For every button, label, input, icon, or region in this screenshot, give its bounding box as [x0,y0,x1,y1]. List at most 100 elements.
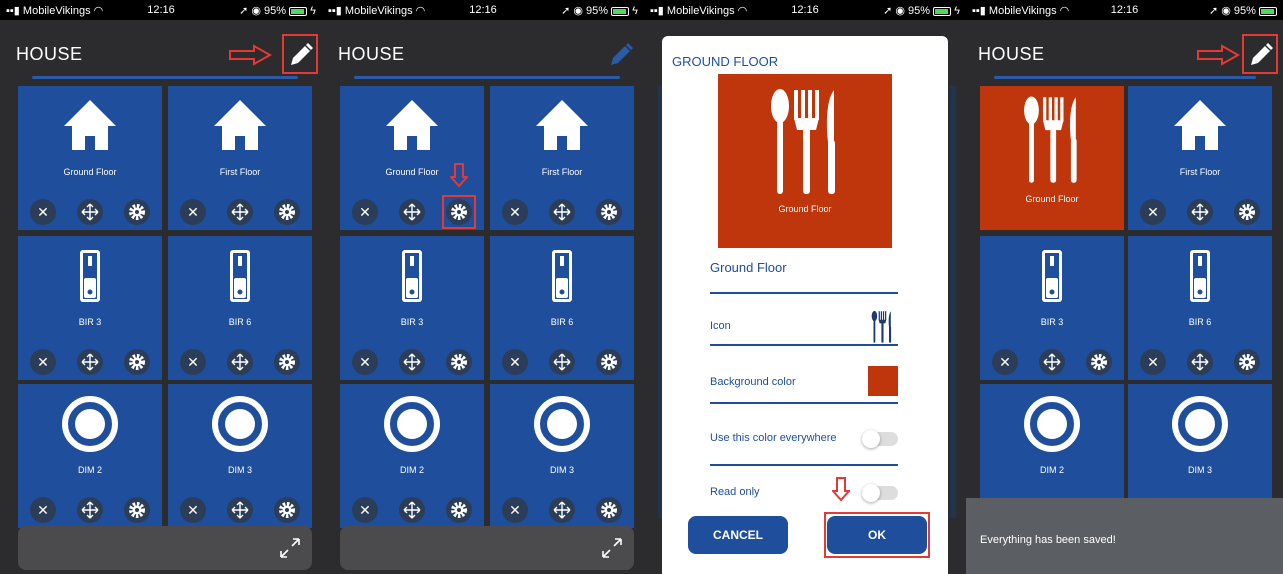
settings-button[interactable] [446,349,472,375]
read-only-row[interactable]: Read only [710,472,898,502]
settings-button[interactable] [274,199,300,225]
preview-label: Ground Floor [778,204,832,214]
charging-icon: ϟ [310,5,316,17]
move-button[interactable] [399,349,425,375]
color-swatch[interactable] [868,366,898,396]
tile-dim-2[interactable]: DIM 2 ✕ [18,384,162,528]
settings-button[interactable] [1234,199,1260,225]
right-arrow-annotation-icon [229,44,272,66]
gear-icon [1091,354,1107,370]
remove-button[interactable]: ✕ [502,497,528,523]
remove-button[interactable]: ✕ [180,199,206,225]
remove-button[interactable]: ✕ [1140,349,1166,375]
name-value[interactable]: Ground Floor [710,260,898,275]
tile-bir-3[interactable]: BIR 3 ✕ [340,236,484,380]
move-button[interactable] [1039,349,1065,375]
tile-label: BIR 6 [550,317,574,327]
remove-button[interactable]: ✕ [352,349,378,375]
tile-bir-6[interactable]: BIR 6 ✕ [1128,236,1272,380]
edit-pencil-icon[interactable] [282,34,318,74]
move-button[interactable] [77,349,103,375]
settings-button[interactable] [1234,349,1260,375]
tile-first-floor[interactable]: First Floor ✕ [168,86,312,230]
tile-bir-3[interactable]: BIR 3 ✕ [18,236,162,380]
tile-first-floor[interactable]: First Floor ✕ [490,86,634,230]
tile-bir-6[interactable]: BIR 6 ✕ [168,236,312,380]
read-only-toggle[interactable] [862,484,898,502]
switch-icon [80,250,100,302]
move-icon [403,501,421,519]
edit-pencil-icon[interactable] [604,36,636,72]
move-button[interactable] [227,349,253,375]
edit-pencil-icon[interactable] [1242,34,1278,74]
remove-button[interactable]: ✕ [30,199,56,225]
tile-label: First Floor [1179,167,1221,177]
move-icon [81,203,99,221]
move-button[interactable] [1187,349,1213,375]
settings-button[interactable] [124,199,150,225]
move-button[interactable] [1187,199,1213,225]
icon-row[interactable]: Icon [710,310,898,346]
move-button[interactable] [77,497,103,523]
name-field[interactable]: Ground Floor [710,260,898,294]
move-button[interactable] [77,199,103,225]
remove-button[interactable]: ✕ [180,497,206,523]
remove-button[interactable]: ✕ [30,497,56,523]
remove-button[interactable]: ✕ [352,497,378,523]
status-bar: ▪▪▮ MobileVikings ◠ 12:16 ➚ ◉ 95% [966,0,1283,20]
tile-dim-3[interactable]: DIM 3 ✕ [168,384,312,528]
move-button[interactable] [549,199,575,225]
page-title: HOUSE [338,44,405,64]
move-button[interactable] [399,199,425,225]
settings-button[interactable] [596,497,622,523]
move-icon [403,203,421,221]
settings-button[interactable] [274,349,300,375]
tile-dim-3[interactable]: DIM 3 ✕ [490,384,634,528]
tile-dim-2[interactable]: DIM 2 ✕ [340,384,484,528]
settings-button[interactable] [124,349,150,375]
remove-button[interactable]: ✕ [502,349,528,375]
page-title: HOUSE [978,44,1045,64]
battery-percent: 95% [264,5,287,17]
move-button[interactable] [399,497,425,523]
remove-button[interactable]: ✕ [502,199,528,225]
expand-icon[interactable] [278,536,302,560]
use-everywhere-row[interactable]: Use this color everywhere [710,420,898,466]
move-button[interactable] [549,497,575,523]
settings-button[interactable] [1086,349,1112,375]
tile-ground-floor[interactable]: Ground Floor ✕ [340,86,484,230]
cancel-button[interactable]: CANCEL [688,516,788,554]
tile-label: DIM 2 [1039,465,1064,475]
move-button[interactable] [227,497,253,523]
remove-button[interactable]: ✕ [1140,199,1166,225]
move-button[interactable] [227,199,253,225]
battery-icon [289,6,308,16]
move-button[interactable] [549,349,575,375]
settings-button[interactable] [274,497,300,523]
remove-button[interactable]: ✕ [180,349,206,375]
settings-button[interactable] [446,497,472,523]
remove-button[interactable]: ✕ [352,199,378,225]
tile-bir-3[interactable]: BIR 3 ✕ [980,236,1124,380]
move-icon [1043,353,1061,371]
background-color-row[interactable]: Background color [710,366,898,404]
settings-button[interactable] [596,349,622,375]
settings-button[interactable] [124,497,150,523]
tile-ground-floor[interactable]: Ground Floor [980,86,1124,230]
remove-button[interactable]: ✕ [992,349,1018,375]
cutlery-icon[interactable] [866,310,898,344]
remove-button[interactable]: ✕ [30,349,56,375]
tile-bir-6[interactable]: BIR 6 ✕ [490,236,634,380]
tile-label: BIR 3 [400,317,424,327]
expand-icon[interactable] [600,536,624,560]
dimmer-icon [212,396,268,452]
tile-label: DIM 2 [399,465,424,475]
move-icon [1191,203,1209,221]
dimmer-icon [62,396,118,452]
tile-first-floor[interactable]: First Floor ✕ [1128,86,1272,230]
gear-icon [1239,354,1255,370]
use-everywhere-toggle[interactable] [862,430,898,448]
tile-ground-floor[interactable]: Ground Floor ✕ [18,86,162,230]
settings-button[interactable] [596,199,622,225]
house-icon [386,100,438,150]
